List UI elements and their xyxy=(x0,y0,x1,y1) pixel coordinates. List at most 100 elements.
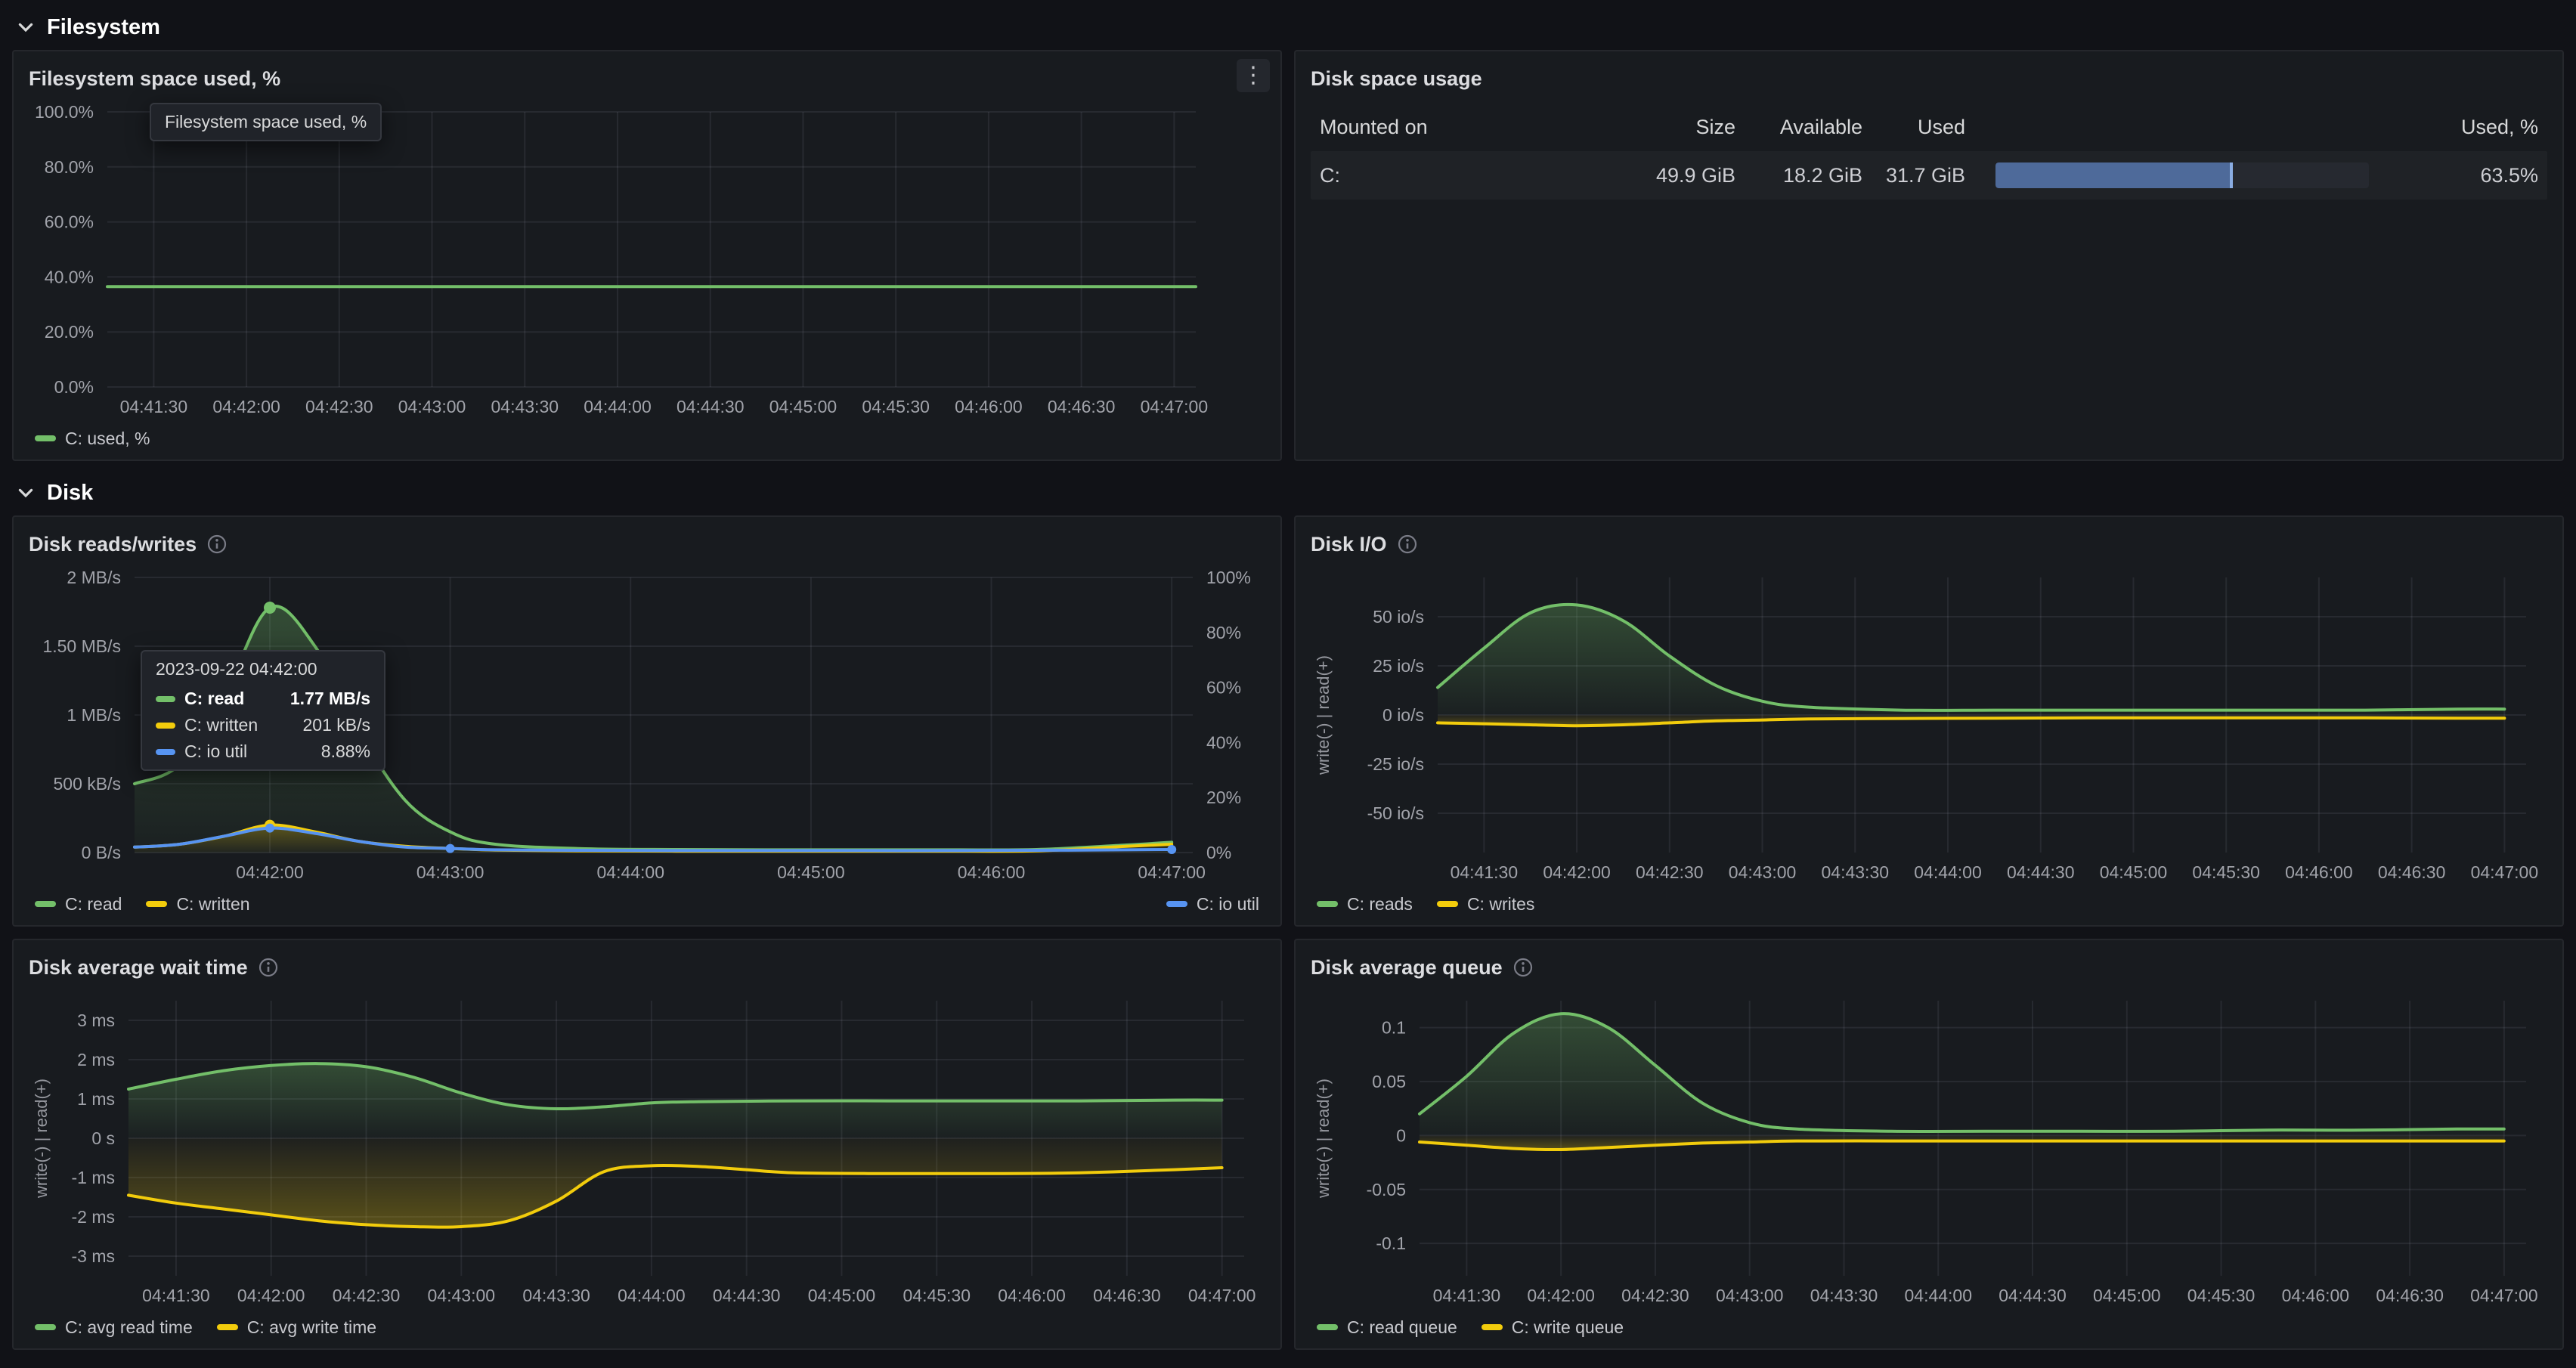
svg-text:60.0%: 60.0% xyxy=(45,212,94,232)
legend-swatch xyxy=(35,435,56,441)
svg-text:04:42:00: 04:42:00 xyxy=(236,862,304,882)
svg-text:write(-) | read(+): write(-) | read(+) xyxy=(1314,655,1333,775)
svg-text:04:45:30: 04:45:30 xyxy=(903,1286,971,1305)
chart-legend: C: used, % xyxy=(29,423,1265,453)
svg-text:04:46:00: 04:46:00 xyxy=(2282,1286,2350,1305)
legend-swatch xyxy=(1317,1324,1338,1330)
tooltip-row: C: read 1.77 MB/s xyxy=(156,689,370,709)
legend-label: C: write queue xyxy=(1512,1317,1624,1338)
panel-title[interactable]: Disk reads/writes xyxy=(29,533,197,556)
svg-text:04:44:00: 04:44:00 xyxy=(1904,1286,1972,1305)
panel-header: Filesystem space used, % xyxy=(29,60,1265,97)
panel-title[interactable]: Filesystem space used, % xyxy=(29,67,280,91)
svg-text:write(-) | read(+): write(-) | read(+) xyxy=(1314,1079,1333,1199)
legend-item-c-read[interactable]: C: read xyxy=(35,894,122,915)
legend-label: C: reads xyxy=(1347,894,1413,915)
panel-header: Disk average queue xyxy=(1311,949,2547,986)
panel-title[interactable]: Disk I/O xyxy=(1311,533,1387,556)
cell-used-percent: 63.5% xyxy=(2378,164,2538,187)
column-header-available[interactable]: Available xyxy=(1735,116,1862,139)
panel-body: 04:41:3004:42:0004:42:3004:43:0004:43:30… xyxy=(29,97,1265,423)
column-header-mounted-on[interactable]: Mounted on xyxy=(1320,116,1590,139)
legend-item-c-reads[interactable]: C: reads xyxy=(1317,894,1413,915)
column-header-size[interactable]: Size xyxy=(1590,116,1735,139)
legend-label: C: avg read time xyxy=(65,1317,193,1338)
info-icon[interactable] xyxy=(1398,534,1417,554)
time-series-chart[interactable]: 04:41:3004:42:0004:42:3004:43:0004:43:30… xyxy=(29,986,1265,1312)
legend-label: C: used, % xyxy=(65,429,150,449)
svg-text:100.0%: 100.0% xyxy=(35,102,94,122)
svg-text:04:43:00: 04:43:00 xyxy=(398,397,466,416)
chart-tooltip: 2023-09-22 04:42:00 C: read 1.77 MB/s C:… xyxy=(141,650,385,771)
column-header-used[interactable]: Used xyxy=(1862,116,1965,139)
svg-text:-0.05: -0.05 xyxy=(1367,1180,1406,1199)
svg-text:04:45:00: 04:45:00 xyxy=(769,397,838,416)
legend-item-c-used[interactable]: C: used, % xyxy=(35,429,150,449)
tooltip-series-label: C: io util xyxy=(184,741,247,762)
legend-item-c-avg-write-time[interactable]: C: avg write time xyxy=(217,1317,376,1338)
column-header-used-percent[interactable]: Used, % xyxy=(2378,116,2538,139)
row-header-filesystem[interactable]: Filesystem xyxy=(12,8,2564,47)
svg-text:50 io/s: 50 io/s xyxy=(1373,607,1424,627)
svg-text:04:42:30: 04:42:30 xyxy=(1621,1286,1689,1305)
time-series-chart[interactable]: 04:41:3004:42:0004:42:3004:43:0004:43:30… xyxy=(29,97,1265,423)
svg-text:0%: 0% xyxy=(1206,843,1231,862)
panel-title[interactable]: Disk average queue xyxy=(1311,956,1503,980)
series-swatch xyxy=(156,723,175,729)
legend-item-c-written[interactable]: C: written xyxy=(146,894,249,915)
legend-item-c-writes[interactable]: C: writes xyxy=(1437,894,1534,915)
tooltip-series-value: 201 kB/s xyxy=(303,715,371,735)
svg-text:04:47:00: 04:47:00 xyxy=(2471,862,2539,882)
cell-size: 49.9 GiB xyxy=(1590,164,1735,187)
svg-text:20.0%: 20.0% xyxy=(45,322,94,342)
time-series-chart[interactable]: 04:41:3004:42:0004:42:3004:43:0004:43:30… xyxy=(1311,562,2547,889)
svg-text:80%: 80% xyxy=(1206,623,1241,642)
svg-text:80.0%: 80.0% xyxy=(45,157,94,177)
svg-text:60%: 60% xyxy=(1206,678,1241,698)
svg-text:0 io/s: 0 io/s xyxy=(1382,705,1424,725)
svg-text:04:46:30: 04:46:30 xyxy=(1093,1286,1161,1305)
legend-item-c-write-queue[interactable]: C: write queue xyxy=(1482,1317,1624,1338)
legend-swatch xyxy=(1482,1324,1503,1330)
tooltip-row: C: written 201 kB/s xyxy=(156,715,370,735)
svg-text:04:47:00: 04:47:00 xyxy=(1141,397,1209,416)
svg-text:04:41:30: 04:41:30 xyxy=(120,397,188,416)
svg-text:04:45:00: 04:45:00 xyxy=(808,1286,876,1305)
time-series-chart[interactable]: 04:41:3004:42:0004:42:3004:43:0004:43:30… xyxy=(1311,986,2547,1312)
legend-item-c-read-queue[interactable]: C: read queue xyxy=(1317,1317,1457,1338)
legend-swatch xyxy=(217,1324,238,1330)
svg-text:04:44:00: 04:44:00 xyxy=(584,397,652,416)
legend-label: C: read xyxy=(65,894,122,915)
legend-item-c-io-util[interactable]: C: io util xyxy=(1166,894,1259,915)
svg-text:04:44:00: 04:44:00 xyxy=(1914,862,1982,882)
legend-label: C: io util xyxy=(1197,894,1259,915)
panel-body: 04:41:3004:42:0004:42:3004:43:0004:43:30… xyxy=(29,986,1265,1312)
svg-text:-25 io/s: -25 io/s xyxy=(1367,754,1424,774)
legend-label: C: writes xyxy=(1467,894,1534,915)
svg-text:04:46:30: 04:46:30 xyxy=(2378,862,2446,882)
svg-text:04:42:00: 04:42:00 xyxy=(212,397,280,416)
legend-item-c-avg-read-time[interactable]: C: avg read time xyxy=(35,1317,193,1338)
svg-text:04:45:30: 04:45:30 xyxy=(2192,862,2260,882)
svg-text:2 MB/s: 2 MB/s xyxy=(67,568,121,587)
svg-text:04:47:00: 04:47:00 xyxy=(1188,1286,1256,1305)
table-row: C: 49.9 GiB 18.2 GiB 31.7 GiB 63.5% xyxy=(1311,151,2547,200)
grafana-dashboard: Filesystem Filesystem space used, % ⋮ 04… xyxy=(0,0,2576,1368)
svg-text:40%: 40% xyxy=(1206,732,1241,752)
info-icon[interactable] xyxy=(1513,958,1533,977)
tooltip-series-label: C: read xyxy=(184,689,244,709)
svg-text:100%: 100% xyxy=(1206,568,1251,587)
info-icon[interactable] xyxy=(259,958,278,977)
info-icon[interactable] xyxy=(207,534,227,554)
svg-text:04:42:00: 04:42:00 xyxy=(237,1286,305,1305)
panel-disk-space-usage: Disk space usage Mounted on Size Availab… xyxy=(1294,50,2564,461)
row-header-disk[interactable]: Disk xyxy=(12,473,2564,512)
panel-menu-button[interactable]: ⋮ xyxy=(1237,59,1270,92)
svg-text:04:47:00: 04:47:00 xyxy=(2470,1286,2538,1305)
panel-filesystem-space-used: Filesystem space used, % ⋮ 04:41:30 04:42… xyxy=(12,50,1282,461)
svg-text:1 MB/s: 1 MB/s xyxy=(67,705,121,725)
panel-title[interactable]: Disk average wait time xyxy=(29,956,248,980)
svg-text:04:44:00: 04:44:00 xyxy=(596,862,664,882)
panel-title[interactable]: Disk space usage xyxy=(1311,67,1482,91)
svg-text:04:42:30: 04:42:30 xyxy=(333,1286,401,1305)
